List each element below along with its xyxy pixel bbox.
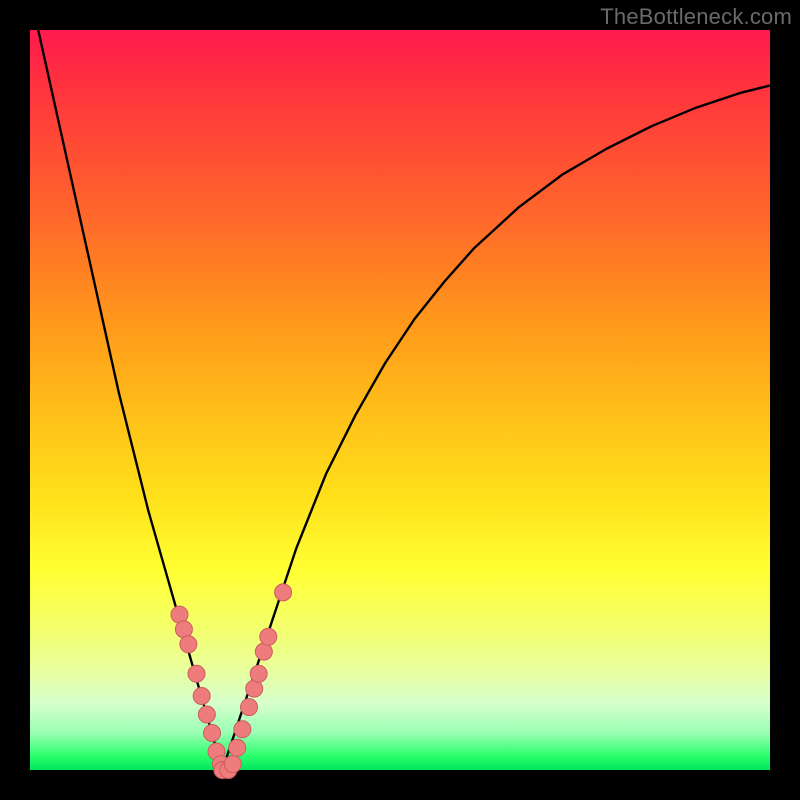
data-point <box>234 721 251 738</box>
data-point <box>275 584 292 601</box>
data-point <box>241 699 258 716</box>
watermark-text: TheBottleneck.com <box>600 4 792 30</box>
chart-frame: TheBottleneck.com <box>0 0 800 800</box>
data-point <box>193 688 210 705</box>
data-point <box>180 636 197 653</box>
data-point <box>250 665 267 682</box>
data-point <box>188 665 205 682</box>
data-point <box>198 706 215 723</box>
data-point <box>224 756 241 773</box>
data-point <box>229 739 246 756</box>
bottleneck-curve-svg <box>30 30 770 770</box>
data-point <box>260 628 277 645</box>
plot-area <box>30 30 770 770</box>
bottleneck-curve-path <box>30 0 770 770</box>
data-point <box>204 725 221 742</box>
